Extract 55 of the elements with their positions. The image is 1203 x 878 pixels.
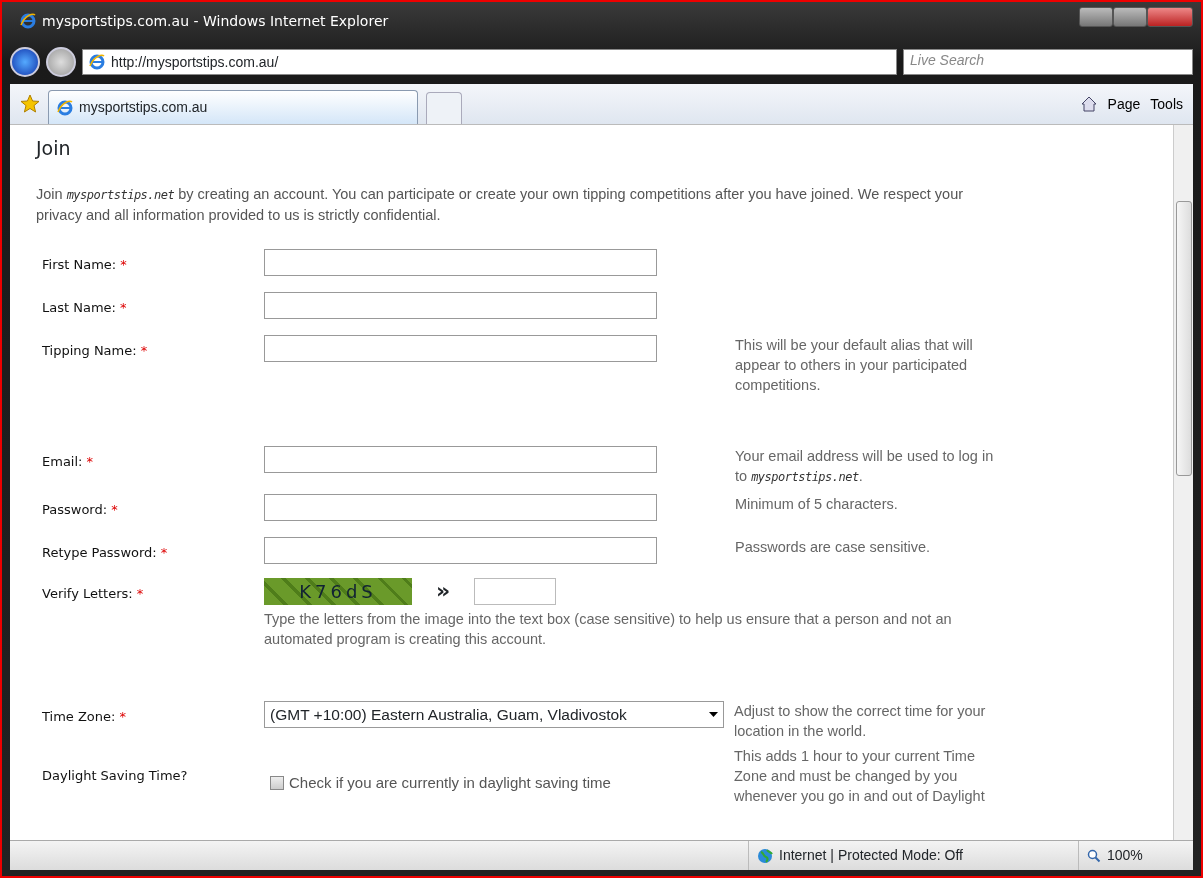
dropdown-arrow-icon[interactable] — [709, 711, 718, 717]
url-text: http://mysportstips.com.au/ — [111, 52, 279, 72]
browser-tab[interactable]: mysportstips.com.au — [48, 90, 418, 124]
search-field[interactable]: Live Search — [903, 49, 1193, 75]
ie-logo-icon — [20, 13, 36, 29]
field-label: Daylight Saving Time? — [41, 766, 189, 785]
close-button[interactable] — [1147, 7, 1193, 27]
intro-paragraph: Join mysportstips.net by creating an account. You can participate or create your own tipping competitions after you have joined. We respect your privacy and all information provided to us is strictly confidential. — [36, 184, 965, 225]
field-label: Last Name: * — [41, 298, 128, 317]
checkbox-label: Check if you are currently in daylight saving time — [289, 772, 611, 793]
zoom-icon[interactable] — [1087, 848, 1101, 863]
command-menu-button[interactable]: Tools — [1150, 93, 1183, 115]
favorites-star-icon[interactable] — [20, 94, 40, 114]
captcha-input-field[interactable] — [474, 577, 557, 605]
captcha-note: Type the letters from the image into the text box (case sensitive) to help us ensure that a person and not an automated program is creating this account. — [264, 609, 953, 649]
field-label: Time Zone: * — [41, 707, 128, 726]
field-hint: Minimum of 5 characters. — [735, 494, 899, 514]
time-zone-select[interactable]: (GMT +10:00) Eastern Australia, Guam, Vladivostok — [264, 700, 724, 728]
text-input-field[interactable] — [264, 493, 657, 521]
field-hint: This will be your default alias that will appear to others in your participated competitions. — [735, 335, 974, 395]
new-tab-button[interactable] — [426, 92, 462, 124]
field-label: Verify Letters: * — [41, 584, 145, 603]
minimize-button[interactable] — [1079, 7, 1113, 27]
field-hint: Passwords are case sensitive. — [735, 537, 932, 557]
home-icon[interactable] — [1079, 95, 1098, 113]
text-input-field[interactable] — [264, 445, 657, 473]
captcha-image: K76dS — [264, 577, 412, 605]
field-label: First Name: * — [41, 255, 128, 274]
scrollbar[interactable] — [1173, 125, 1193, 840]
globe-icon — [757, 847, 773, 864]
security-zone-text: Internet | Protected Mode: Off — [779, 846, 963, 865]
text-input-field[interactable] — [264, 536, 657, 564]
ie-logo-icon — [57, 99, 73, 116]
ie-logo-icon — [89, 54, 105, 70]
field-hint: This adds 1 hour to your current Time Zone and must be changed by you whenever you go in and out of Daylight — [734, 746, 986, 806]
field-label: Email: * — [41, 452, 95, 471]
field-hint: Adjust to show the correct time for your location in the world. — [734, 701, 987, 741]
zoom-level-text[interactable]: 100% — [1107, 845, 1143, 866]
field-label: Tipping Name: * — [41, 341, 149, 360]
page-heading: Join — [36, 137, 72, 160]
field-label: Password: * — [41, 500, 119, 519]
text-input-field[interactable] — [264, 334, 657, 362]
window-title: mysportstips.com.au - Windows Internet Explorer — [42, 11, 389, 31]
command-menu-button[interactable]: Page — [1107, 93, 1141, 115]
address-field[interactable]: http://mysportstips.com.au/ — [82, 49, 897, 75]
back-button[interactable] — [10, 47, 40, 77]
forward-button[interactable] — [46, 47, 76, 77]
checkbox[interactable] — [270, 775, 284, 790]
field-label: Retype Password: * — [41, 543, 169, 562]
field-hint: Your email address will be used to log in to mysportstips.net. — [735, 446, 995, 486]
text-input-field[interactable] — [264, 291, 657, 319]
maximize-button[interactable] — [1113, 7, 1147, 27]
scrollbar-thumb[interactable] — [1176, 201, 1192, 476]
text-input-field[interactable] — [264, 248, 657, 276]
arrow-glyph: » — [436, 580, 451, 603]
